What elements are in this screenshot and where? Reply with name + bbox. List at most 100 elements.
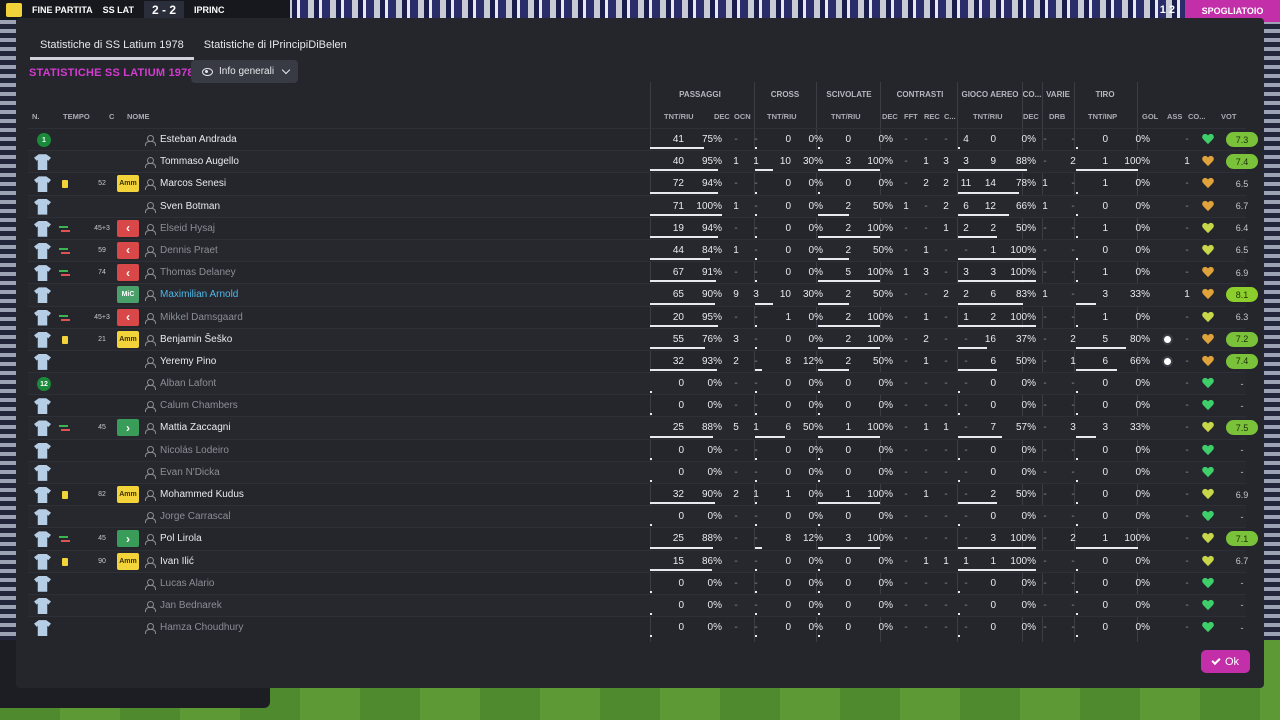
col-cross-att[interactable]: TNT/RIU — [767, 112, 797, 121]
col-tackle-att[interactable]: TNT/RIU — [831, 112, 861, 121]
tackle-bar — [818, 346, 880, 349]
col-rating[interactable]: VOT — [1221, 112, 1236, 121]
event-minute: 45 — [98, 424, 106, 432]
table-row[interactable]: Nicolás Lodeiro 0 0% - -0 0% 0 0% - - - -0 0% - -0 0% - - — [28, 438, 1246, 461]
col-drb[interactable]: DRB — [1049, 112, 1065, 121]
table-row[interactable]: 12 Alban Lafont 0 0% - -0 0% 0 0% - - - -0 0% - -0 0% - - — [28, 372, 1246, 395]
ok-button[interactable]: Ok — [1201, 650, 1250, 673]
player-name[interactable]: Tommaso Augello — [160, 151, 239, 172]
table-row[interactable]: 59 ‹ Dennis Praet 44 84% 1-0 0% 2 50% -1- -1 100% - -… — [28, 238, 1248, 262]
shot-bar — [1076, 169, 1138, 172]
group-tiro: TIRO — [1095, 90, 1115, 99]
table-row[interactable]: Sven Botman 71 100% 1-0 0% 2 50% 1-2 6 12 66% 1-0 0%… — [28, 194, 1248, 217]
condition-heart-icon — [1202, 223, 1214, 234]
cross-attempts: 0 — [785, 444, 791, 456]
table-row[interactable]: Lucas Alario 0 0% - -0 0% 0 0% - - - -0 0% - -0 0% - - — [28, 571, 1246, 594]
player-name[interactable]: Calum Chambers — [160, 395, 238, 416]
co-value: - — [1043, 333, 1047, 345]
table-row[interactable]: 82 Amm Mohammed Kudus 32 90% 2 1 1 0% 1 100% -1- -2 5… — [28, 483, 1248, 505]
player-name[interactable]: Dennis Praet — [160, 240, 218, 261]
player-name[interactable]: Mohammed Kudus — [160, 484, 244, 505]
player-profile-icon — [145, 445, 156, 457]
tackle-pct: 0% — [878, 178, 893, 190]
col-card[interactable]: C — [109, 112, 114, 121]
player-name[interactable]: Jan Bednarek — [160, 595, 222, 616]
col-number[interactable]: N. — [32, 112, 40, 121]
player-name[interactable]: Maximilian Arnold — [160, 284, 238, 305]
table-row[interactable]: Evan N'Dicka 0 0% - -0 0% 0 0% - - - -0 0% - -0 0% - - — [28, 460, 1246, 483]
player-name[interactable]: Alban Lafont — [160, 373, 216, 394]
contr-rec: - — [944, 577, 948, 589]
player-name[interactable]: Sven Botman — [160, 196, 220, 217]
table-row[interactable]: 74 ‹ Thomas Delaney 67 91% - -0 0% 5 100% 1 3-3 3 100… — [28, 261, 1248, 283]
table-row[interactable]: 52 Amm Marcos Senesi 72 94% - -0 0% 0 0% -2 2 11 14 78… — [28, 172, 1248, 194]
player-name[interactable]: Esteban Andrada — [160, 129, 237, 150]
shot-attempts: 0 — [1102, 466, 1108, 478]
shot-pct: 33% — [1129, 289, 1150, 301]
player-name[interactable]: Evan N'Dicka — [160, 462, 220, 483]
yellow-card-icon — [62, 180, 68, 189]
table-row[interactable]: Jorge Carrascal 0 0% - -0 0% 0 0% - - - -0 0% - -0 0% - - — [28, 505, 1246, 528]
col-assists[interactable]: ASS — [1167, 112, 1182, 121]
view-dropdown[interactable]: Info generali — [191, 60, 298, 83]
tab-home-team-stats[interactable]: Statistiche di SS Latium 1978 — [30, 34, 194, 60]
player-profile-icon — [145, 157, 156, 169]
player-name[interactable]: Marcos Senesi — [160, 173, 226, 194]
table-row[interactable]: 45+3 ‹ Mikkel Damsgaard 20 95% - -1 0% 2 100% -1-1… — [28, 305, 1248, 328]
col-name[interactable]: NOME — [127, 112, 150, 121]
col-contr-fft[interactable]: FFT — [904, 112, 918, 121]
dribbles: - — [1071, 466, 1075, 478]
col-contr-c[interactable]: C... — [944, 112, 956, 121]
col-aerial-att[interactable]: TNT/RIU — [973, 112, 1003, 121]
player-profile-icon — [145, 379, 156, 391]
player-name[interactable]: Nicolás Lodeiro — [160, 440, 229, 461]
player-name[interactable]: Yeremy Pino — [160, 351, 216, 372]
aerial-attempts: 0 — [990, 511, 996, 523]
table-row[interactable]: Yeremy Pino 32 93% 2-8 12% 2 50% -1- -6 50% -1 6 66%… — [28, 349, 1258, 372]
col-pass-ocn[interactable]: OCN — [734, 112, 751, 121]
shirt-icon — [34, 309, 51, 326]
col-shots[interactable]: TNT/INP — [1088, 112, 1117, 121]
table-row[interactable]: Tommaso Augello 40 95% 1 1 10 30% 3 100% -1 3 3 9 88%… — [28, 150, 1258, 173]
col-contr-rec[interactable]: REC — [924, 112, 940, 121]
shot-attempts: 0 — [1102, 400, 1108, 412]
shirt-icon — [34, 553, 51, 570]
player-name[interactable]: Benjamin Šeško — [160, 329, 232, 350]
table-row[interactable]: 45 › Mattia Zaccagni 25 88% 5 1 6 50% 1 100% -1 1-7 5… — [28, 416, 1258, 439]
table-row[interactable]: 21 Amm Benjamin Šeško 55 76% 3-0 0% 2 100% -2- -16… — [28, 327, 1258, 350]
player-name[interactable]: Lucas Alario — [160, 573, 214, 594]
player-name[interactable]: Mattia Zaccagni — [160, 417, 231, 438]
player-name[interactable]: Mikkel Damsgaard — [160, 307, 243, 328]
player-name[interactable]: Pol Lirola — [160, 528, 202, 549]
table-row[interactable]: Jan Bednarek 0 0% - -0 0% 0 0% - - - -0 0% - -0 0% - - — [28, 593, 1246, 617]
table-row[interactable]: 45+3 ‹ Elseid Hysaj 19 94% - -0 0% 2 100% - -1 2 2 50%… — [28, 216, 1248, 239]
player-name[interactable]: Jorge Carrascal — [160, 506, 231, 527]
pass-attempts: 0 — [678, 378, 684, 390]
col-time[interactable]: TEMPO — [63, 112, 90, 121]
tackle-pct: 0% — [878, 444, 893, 456]
assists: - — [1185, 178, 1189, 190]
aerial-attempts: 0 — [990, 444, 996, 456]
table-row[interactable]: Calum Chambers 0 0% - -0 0% 0 0% - - - -0 0% - -0 0% - - — [28, 394, 1246, 416]
aerial-pct: 0% — [1021, 378, 1036, 390]
table-row[interactable]: 1 Esteban Andrada 41 75% - -0 0% 0 0% - - -4 0 0% - -0 0… — [28, 128, 1258, 150]
contr-rec: - — [944, 333, 948, 345]
player-name[interactable]: Thomas Delaney — [160, 262, 236, 283]
tab-away-team-stats[interactable]: Statistiche di IPrincipiDiBelen — [194, 34, 357, 60]
table-row[interactable]: 90 Amm Ivan Ilić 15 86% - -0 0% 0 0% -1 1 1 1 100% - -0 0… — [28, 549, 1248, 572]
condition-heart-icon — [1202, 556, 1214, 567]
col-pass-att[interactable]: TNT/RIU — [664, 112, 694, 121]
col-co-dec[interactable]: DEC — [1023, 112, 1039, 121]
player-name[interactable]: Elseid Hysaj — [160, 218, 215, 239]
col-pass-dec[interactable]: DEC — [714, 112, 730, 121]
col-condition[interactable]: CO... — [1188, 112, 1206, 121]
col-contr-dec[interactable]: DEC — [882, 112, 898, 121]
subbed-out-icon: ‹ — [117, 219, 139, 237]
player-name[interactable]: Ivan Ilić — [160, 551, 194, 572]
table-row[interactable]: Hamza Choudhury 0 0% - -0 0% 0 0% - - - -0 0% - -0 0% - - — [28, 616, 1246, 638]
player-name[interactable]: Hamza Choudhury — [160, 617, 243, 638]
table-row[interactable]: 45 › Pol Lirola 25 88% - -8 12% 3 100% - - - -3 100% -2… — [28, 527, 1258, 549]
aerial-bar — [958, 524, 960, 527]
col-goals[interactable]: GOL — [1142, 112, 1158, 121]
table-row[interactable]: MiC Maximilian Arnold 65 90% 9 3 10 30% 2 50% - -2 2… — [28, 283, 1258, 306]
